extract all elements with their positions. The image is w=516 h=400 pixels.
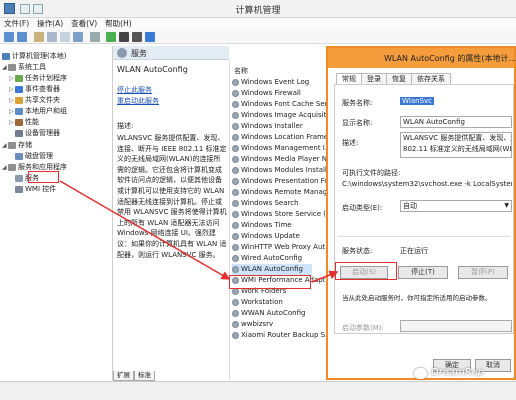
computer-management-window: 计算机管理 文件(F) 操作(A) 查看(V) 帮助(H) 计算机管理(本地) ◢ 系统… — [0, 0, 516, 400]
arrow-wlan-to-start — [311, 270, 339, 283]
watermark: DreamRep — [431, 367, 485, 378]
annotation-arrows — [59, 180, 339, 283]
arrow-services-to-wlan — [59, 180, 231, 280]
wechat-icon — [414, 368, 427, 379]
status-bar — [0, 381, 516, 400]
